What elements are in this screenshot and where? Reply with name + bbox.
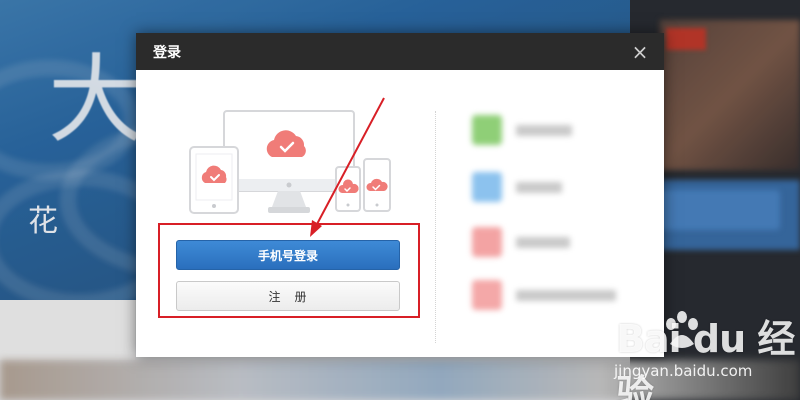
close-icon[interactable]: ×	[630, 42, 650, 62]
login-dialog: 登录 × 手机号登录 注 册	[136, 33, 664, 357]
social-login-label	[516, 236, 570, 248]
monitor-stand	[272, 191, 306, 207]
watermark: Bai du 经验 jingyan.baidu.com	[606, 308, 800, 400]
dialog-header: 登录	[136, 33, 664, 70]
social-login-icon	[472, 280, 502, 310]
social-login-label	[516, 124, 572, 136]
phone-button	[346, 203, 350, 207]
social-login-row[interactable]	[472, 115, 572, 145]
social-login-icon	[472, 115, 502, 145]
social-login-row[interactable]	[472, 227, 570, 257]
tablet-button	[212, 204, 216, 208]
register-button[interactable]: 注 册	[176, 281, 400, 311]
social-login-icon	[472, 172, 502, 202]
phone-login-button[interactable]: 手机号登录	[176, 240, 400, 270]
devices-illustration	[189, 110, 391, 214]
monitor-base	[268, 207, 310, 213]
dialog-title: 登录	[153, 44, 181, 61]
phone-button	[375, 203, 379, 207]
social-login-label	[516, 289, 616, 301]
social-login-label	[516, 181, 562, 193]
dialog-divider	[435, 111, 436, 343]
social-login-icon	[472, 227, 502, 257]
social-login-row[interactable]	[472, 280, 616, 310]
watermark-url: jingyan.baidu.com	[614, 362, 753, 380]
social-login-row[interactable]	[472, 172, 562, 202]
monitor-dot	[286, 182, 292, 188]
watermark-brand: Bai du 经验	[616, 317, 795, 400]
